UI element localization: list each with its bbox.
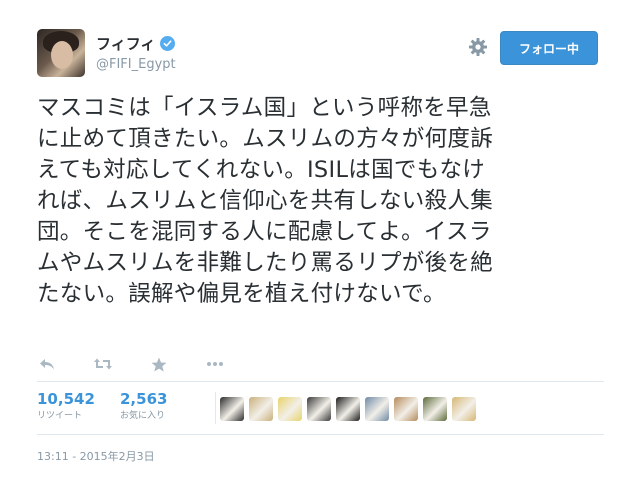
tweet-timestamp[interactable]: 13:11 - 2015年2月3日 — [37, 448, 155, 464]
favoriter-avatar[interactable] — [423, 397, 447, 421]
favoriter-avatar[interactable] — [278, 397, 302, 421]
name-row: フィフィ — [96, 33, 176, 54]
star-icon[interactable] — [149, 356, 169, 372]
display-name[interactable]: フィフィ — [96, 33, 155, 54]
favoriter-avatar[interactable] — [365, 397, 389, 421]
gear-icon[interactable] — [468, 37, 488, 57]
favoriter-avatar[interactable] — [307, 397, 331, 421]
user-handle[interactable]: @FIFI_Egypt — [96, 57, 176, 72]
favoriter-avatar[interactable] — [220, 397, 244, 421]
favoriter-avatar[interactable] — [249, 397, 273, 421]
favoriter-avatar[interactable] — [336, 397, 360, 421]
following-button[interactable]: フォロー中 — [500, 31, 598, 65]
favoriter-avatar[interactable] — [452, 397, 476, 421]
favorite-stat[interactable]: 2,563 お気に入り — [120, 390, 167, 423]
tweet-stats: 10,542 リツイート 2,563 お気に入り — [37, 381, 604, 435]
favoriter-avatar[interactable] — [394, 397, 418, 421]
tweet-actions — [37, 356, 261, 372]
more-icon[interactable] — [205, 356, 225, 372]
retweet-label: リツイート — [37, 411, 83, 421]
verified-badge-icon — [160, 36, 176, 51]
retweet-stat[interactable]: 10,542 リツイート — [37, 390, 95, 423]
favorite-count: 2,563 — [120, 390, 168, 408]
favorite-label: お気に入り — [120, 411, 166, 421]
favoriter-avatars — [220, 397, 481, 421]
tweet-text: マスコミは「イスラム国」という呼称を早急 に止めて頂きたい。ムスリムの方々が何度… — [37, 95, 494, 307]
retweet-count: 10,542 — [37, 390, 95, 408]
retweet-icon[interactable] — [93, 356, 113, 372]
reply-icon[interactable] — [37, 356, 57, 372]
stats-divider — [215, 392, 216, 424]
profile-avatar[interactable] — [37, 29, 85, 77]
